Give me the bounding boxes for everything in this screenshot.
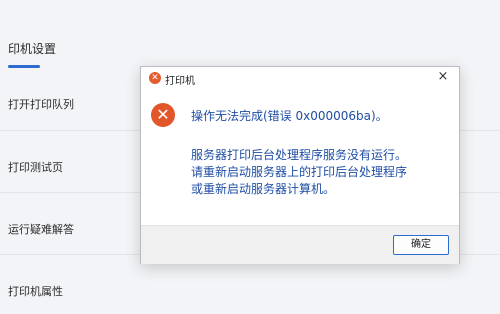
- close-button[interactable]: ×: [435, 69, 451, 85]
- printer-error-icon: ✕: [149, 72, 161, 84]
- printer-settings-page: 印机设置 打开打印队列 打印测试页 运行疑难解答 打印机属性 ✕ 打印机 × ✕…: [0, 0, 500, 314]
- settings-item-label: 运行疑难解答: [8, 223, 74, 236]
- error-dialog: ✕ 打印机 × ✕ 操作无法完成(错误 0x000006ba)。 服务器打印后台…: [140, 66, 460, 264]
- dialog-footer: 确定: [141, 225, 459, 264]
- error-detail-line: 或重新启动服务器计算机。: [191, 182, 336, 196]
- error-detail-line: 服务器打印后台处理程序服务没有运行。: [191, 148, 408, 162]
- error-message-detail: 服务器打印后台处理程序服务没有运行。 请重新启动服务器上的打印后台处理程序 或重…: [191, 147, 451, 198]
- settings-item-label: 打开打印队列: [8, 98, 74, 111]
- dialog-content: ✕ 操作无法完成(错误 0x000006ba)。 服务器打印后台处理程序服务没有…: [141, 89, 459, 225]
- dialog-titlebar[interactable]: ✕ 打印机 ×: [141, 67, 459, 89]
- page-title: 印机设置: [8, 42, 57, 56]
- dialog-title: 打印机: [165, 76, 195, 87]
- settings-item-label: 打印机属性: [8, 285, 63, 298]
- error-message-main: 操作无法完成(错误 0x000006ba)。: [191, 109, 388, 123]
- error-icon: ✕: [151, 103, 175, 127]
- ok-button[interactable]: 确定: [393, 235, 449, 255]
- error-detail-line: 请重新启动服务器上的打印后台处理程序: [191, 165, 408, 179]
- settings-item-label: 打印测试页: [8, 161, 63, 174]
